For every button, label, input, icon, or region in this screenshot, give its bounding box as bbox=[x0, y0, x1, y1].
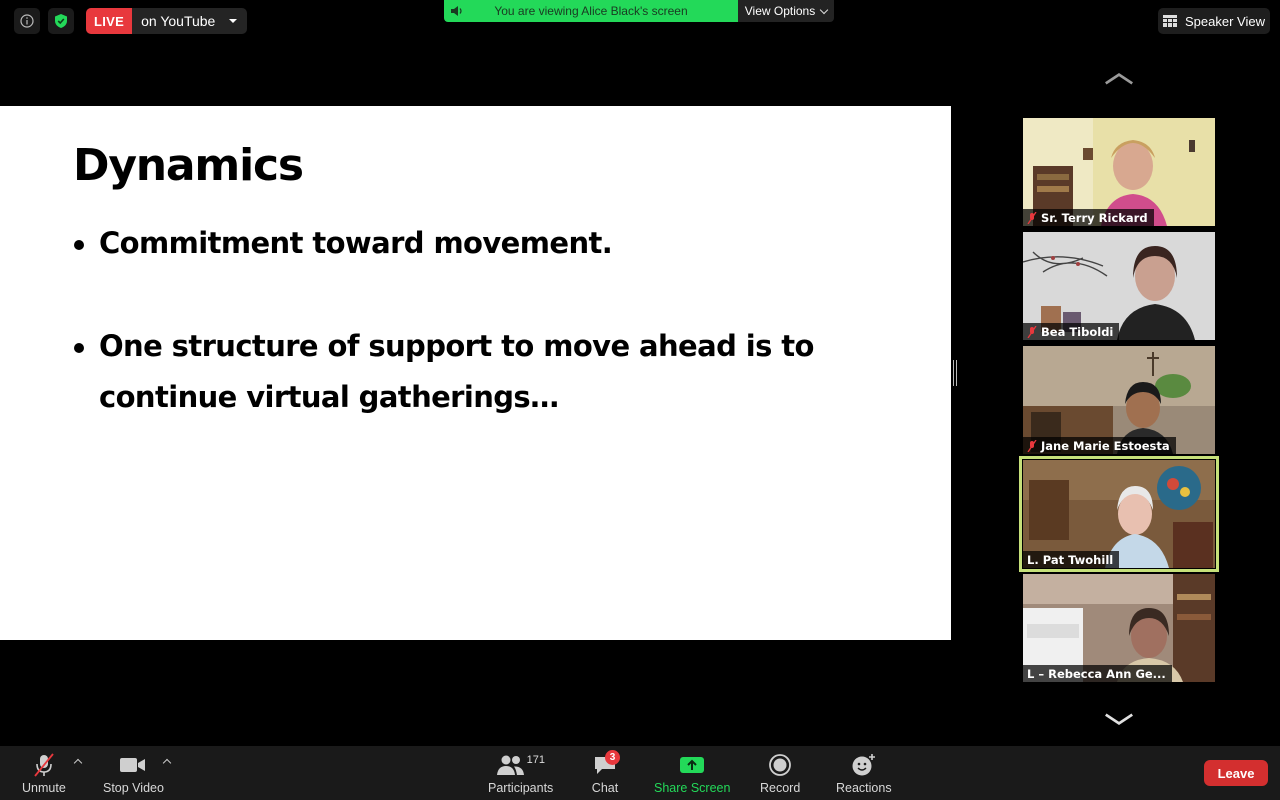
record-icon bbox=[769, 754, 792, 776]
participant-name: L. Pat Twohill bbox=[1027, 552, 1114, 567]
participants-icon bbox=[496, 755, 524, 775]
info-icon bbox=[20, 14, 34, 28]
slide-title: Dynamics bbox=[73, 140, 304, 191]
live-target-label: on YouTube bbox=[141, 13, 216, 29]
meeting-status-bar: LIVE on YouTube bbox=[14, 8, 248, 34]
participant-tile[interactable]: Jane Marie Estoesta bbox=[1023, 346, 1215, 454]
participant-tile[interactable]: L – Rebecca Ann Ge... bbox=[1023, 574, 1215, 682]
viewing-label: You are viewing Alice Black's screen bbox=[494, 4, 688, 18]
participant-name: Sr. Terry Rickard bbox=[1041, 210, 1148, 225]
participants-button[interactable]: 171 Participants bbox=[488, 752, 553, 795]
chevron-down-icon bbox=[1105, 713, 1133, 726]
chat-button[interactable]: 3 Chat bbox=[591, 750, 620, 795]
muted-mic-icon bbox=[1027, 325, 1037, 338]
gallery-scroll-up-button[interactable] bbox=[1104, 72, 1134, 88]
participant-count: 171 bbox=[526, 754, 546, 766]
speaker-view-button[interactable]: Speaker View bbox=[1158, 8, 1270, 34]
participant-tile-active-speaker[interactable]: L. Pat Twohill bbox=[1019, 456, 1219, 572]
chevron-up-icon bbox=[1105, 72, 1133, 85]
gallery-scroll-down-button[interactable] bbox=[1104, 712, 1134, 728]
live-badge: LIVE bbox=[86, 8, 133, 34]
chevron-down-icon bbox=[819, 5, 829, 14]
chat-unread-badge: 3 bbox=[605, 750, 620, 765]
speaker-icon bbox=[451, 6, 462, 16]
slide-bullet: One structure of support to move ahead i… bbox=[74, 321, 839, 423]
participant-name: L – Rebecca Ann Ge... bbox=[1027, 666, 1166, 681]
panel-resize-handle[interactable] bbox=[953, 360, 957, 386]
live-stream-button[interactable]: LIVE on YouTube bbox=[86, 8, 248, 34]
unmute-button[interactable]: Unmute bbox=[22, 752, 66, 795]
share-screen-icon bbox=[680, 757, 705, 773]
grid-view-icon bbox=[1163, 15, 1177, 27]
audio-options-caret-icon[interactable] bbox=[73, 758, 83, 768]
smiley-add-icon bbox=[852, 754, 875, 776]
record-button[interactable]: Record bbox=[760, 752, 800, 795]
muted-mic-icon bbox=[1027, 439, 1037, 452]
video-camera-icon bbox=[120, 758, 146, 772]
encryption-button[interactable] bbox=[48, 8, 74, 34]
reactions-button[interactable]: Reactions bbox=[836, 752, 892, 795]
participant-tile[interactable]: Bea Tiboldi bbox=[1023, 232, 1215, 340]
shared-screen-slide: Dynamics Commitment toward movement. One… bbox=[0, 106, 951, 640]
leave-button[interactable]: Leave bbox=[1204, 760, 1268, 786]
stop-video-button[interactable]: Stop Video bbox=[103, 752, 164, 795]
meeting-toolbar: Unmute Stop Video 171 Participants 3 Cha… bbox=[0, 746, 1280, 800]
screen-share-banner: You are viewing Alice Black's screen Vie… bbox=[444, 0, 834, 22]
shield-check-icon bbox=[55, 14, 67, 28]
participant-name: Bea Tiboldi bbox=[1041, 324, 1114, 339]
participant-tile[interactable]: Sr. Terry Rickard bbox=[1023, 118, 1215, 226]
share-screen-button[interactable]: Share Screen bbox=[654, 752, 730, 795]
video-options-caret-icon[interactable] bbox=[162, 758, 172, 768]
meeting-info-button[interactable] bbox=[14, 8, 40, 34]
muted-mic-icon bbox=[1027, 211, 1037, 224]
dropdown-caret-icon bbox=[229, 19, 238, 23]
view-options-button[interactable]: View Options bbox=[738, 0, 834, 22]
muted-mic-icon bbox=[34, 753, 54, 777]
participant-name: Jane Marie Estoesta bbox=[1041, 438, 1170, 453]
slide-bullet: Commitment toward movement. bbox=[74, 218, 799, 269]
